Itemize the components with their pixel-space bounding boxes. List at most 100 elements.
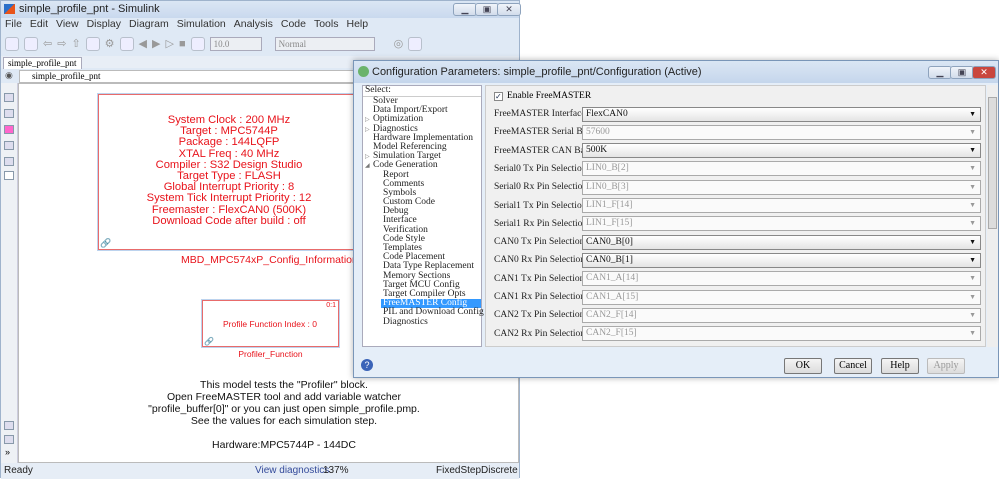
step-back-icon[interactable]: ◀ — [139, 37, 147, 50]
link-icon: 🔗 — [204, 337, 214, 346]
param-select[interactable]: CAN1_A[15] ▼ — [582, 289, 981, 305]
maximize-button[interactable]: ▣ — [475, 3, 499, 16]
menu-tools[interactable]: Tools — [314, 18, 339, 31]
stop-icon[interactable]: ■ — [179, 38, 186, 50]
up-icon[interactable]: ⇧ — [71, 37, 80, 50]
ok-button[interactable]: OK — [784, 358, 822, 374]
param-select[interactable]: CAN2_F[15] ▼ — [582, 326, 981, 342]
param-value: 57600 — [586, 126, 610, 137]
help-icon[interactable]: ? — [361, 359, 373, 371]
param-select[interactable]: LIN0_B[2] ▼ — [582, 161, 981, 177]
menu-display[interactable]: Display — [87, 18, 121, 31]
vertical-scrollbar[interactable] — [987, 85, 998, 347]
param-value: CAN2_F[14] — [586, 309, 637, 320]
tree-item[interactable]: ◢ Code Generation — [363, 161, 481, 171]
fit-view-icon[interactable] — [4, 109, 14, 118]
param-label: CAN2 Rx Pin Selection — [494, 328, 586, 339]
arrow-icon[interactable] — [4, 125, 14, 134]
param-select[interactable]: CAN0_B[0] ▼ — [582, 234, 981, 250]
palette: » — [1, 83, 18, 463]
profiler-block[interactable]: 0:1 Profile Function Index : 0 🔗 — [201, 299, 340, 348]
menu-view[interactable]: View — [56, 18, 79, 31]
tree-item[interactable]: Comments — [363, 179, 481, 189]
properties-icon[interactable] — [4, 435, 14, 444]
cancel-button[interactable]: Cancel — [834, 358, 872, 374]
help-button[interactable]: Help — [881, 358, 919, 374]
dialog-maximize-button[interactable]: ▣ — [950, 66, 974, 79]
dropdown-arrow-icon: ▼ — [969, 255, 976, 264]
checkbox-check-icon[interactable]: ✓ — [494, 91, 503, 101]
tree-item[interactable]: Debug — [363, 207, 481, 217]
step-forward-icon[interactable]: ▷ — [165, 37, 173, 50]
param-label: Serial0 Rx Pin Selection — [494, 182, 588, 193]
annotation-icon[interactable] — [4, 141, 14, 150]
param-select[interactable]: 500K ▼ — [582, 143, 981, 159]
menu-bar: File Edit View Display Diagram Simulation Anal… — [1, 18, 519, 31]
param-row: CAN0 Tx Pin Selection CAN0_B[0] ▼ — [494, 234, 981, 250]
model-annotation[interactable]: This model tests the "Profiler" block. Op… — [139, 379, 429, 451]
apply-button[interactable]: Apply — [927, 358, 965, 374]
menu-analysis[interactable]: Analysis — [234, 18, 273, 31]
library-icon[interactable] — [85, 36, 100, 51]
dropdown-arrow-icon: ▼ — [969, 219, 976, 228]
param-select[interactable]: LIN1_F[14] ▼ — [582, 198, 981, 213]
hide-browser-icon[interactable]: ◉ — [5, 70, 13, 81]
tree-item-label: Diagnostics — [383, 316, 428, 327]
back-icon[interactable]: ⇦ — [43, 37, 52, 50]
param-select[interactable]: CAN0_B[1] ▼ — [582, 252, 981, 268]
forward-icon[interactable]: ⇨ — [57, 37, 66, 50]
param-select[interactable]: 57600 ▼ — [582, 124, 981, 140]
gear-icon[interactable]: ⚙ — [105, 37, 115, 50]
menu-help[interactable]: Help — [346, 18, 368, 31]
image-icon[interactable] — [4, 157, 14, 166]
link-icon: 🔗 — [100, 238, 112, 248]
dialog-minimize-button[interactable]: ▁ — [928, 66, 952, 79]
dropdown-arrow-icon: ▼ — [969, 127, 976, 136]
profiler-block-name[interactable]: Profiler_Function — [202, 349, 339, 359]
param-select[interactable]: LIN0_B[3] ▼ — [582, 179, 981, 195]
menu-simulation[interactable]: Simulation — [177, 18, 226, 31]
scope-icon[interactable] — [190, 36, 205, 51]
close-button[interactable]: ✕ — [497, 3, 521, 16]
zoom-icon[interactable] — [4, 93, 14, 102]
solver-status[interactable]: FixedStepDiscrete — [436, 465, 518, 476]
minimize-button[interactable]: ▁ — [453, 3, 477, 16]
expand-arrow-icon[interactable]: ◢ — [365, 162, 373, 171]
config-info-block[interactable]: System Clock : 200 MHz Target : MPC5744P P… — [97, 93, 369, 251]
enable-freemaster-checkbox[interactable]: ✓ Enable FreeMASTER — [494, 88, 981, 104]
param-label: FreeMASTER CAN Baud Rate — [494, 145, 615, 156]
menu-diagram[interactable]: Diagram — [129, 18, 169, 31]
view-diagnostics-link[interactable]: View diagnostics — [255, 465, 329, 476]
param-select[interactable]: LIN1_F[15] ▼ — [582, 216, 981, 232]
check-icon[interactable]: ◎ — [394, 37, 404, 50]
config-block-name[interactable]: MBD_MPC574xP_Config_Information — [181, 254, 358, 266]
scrollbar-thumb[interactable] — [988, 97, 997, 229]
model-explorer-icon[interactable] — [119, 36, 134, 51]
run-icon[interactable]: ▶ — [152, 37, 160, 50]
annotation-line: This model tests the "Profiler" block. — [200, 379, 368, 391]
param-value: LIN0_B[3] — [586, 181, 629, 192]
tab-model[interactable]: simple_profile_pnt — [3, 57, 82, 69]
tree-item[interactable]: Code Style — [363, 234, 481, 244]
param-select[interactable]: CAN1_A[14] ▼ — [582, 271, 981, 287]
tree-item[interactable]: Custom Code — [363, 197, 481, 207]
tree-item[interactable]: Diagnostics — [363, 316, 481, 327]
build-icon[interactable] — [408, 36, 423, 51]
menu-edit[interactable]: Edit — [30, 18, 48, 31]
param-value: 500K — [586, 145, 608, 156]
stop-time-input[interactable]: 10.0 — [209, 36, 262, 51]
dialog-close-button[interactable]: ✕ — [972, 66, 996, 79]
breadcrumb[interactable]: simple_profile_pnt — [32, 71, 101, 81]
param-select[interactable]: FlexCAN0 ▼ — [582, 106, 981, 122]
save-icon[interactable] — [24, 36, 38, 51]
area-icon[interactable] — [4, 171, 14, 180]
menu-file[interactable]: File — [5, 18, 22, 31]
param-select[interactable]: CAN2_F[14] ▼ — [582, 307, 981, 323]
menu-code[interactable]: Code — [281, 18, 306, 31]
sim-mode-select[interactable]: Normal — [274, 36, 375, 51]
expand-icon[interactable]: » — [5, 447, 10, 457]
new-icon[interactable] — [5, 36, 19, 51]
screenshot-icon[interactable] — [4, 421, 14, 430]
profiler-block-text: Profile Function Index : 0 — [222, 319, 318, 329]
param-row: Serial1 Rx Pin Selection LIN1_F[15] ▼ — [494, 216, 981, 232]
